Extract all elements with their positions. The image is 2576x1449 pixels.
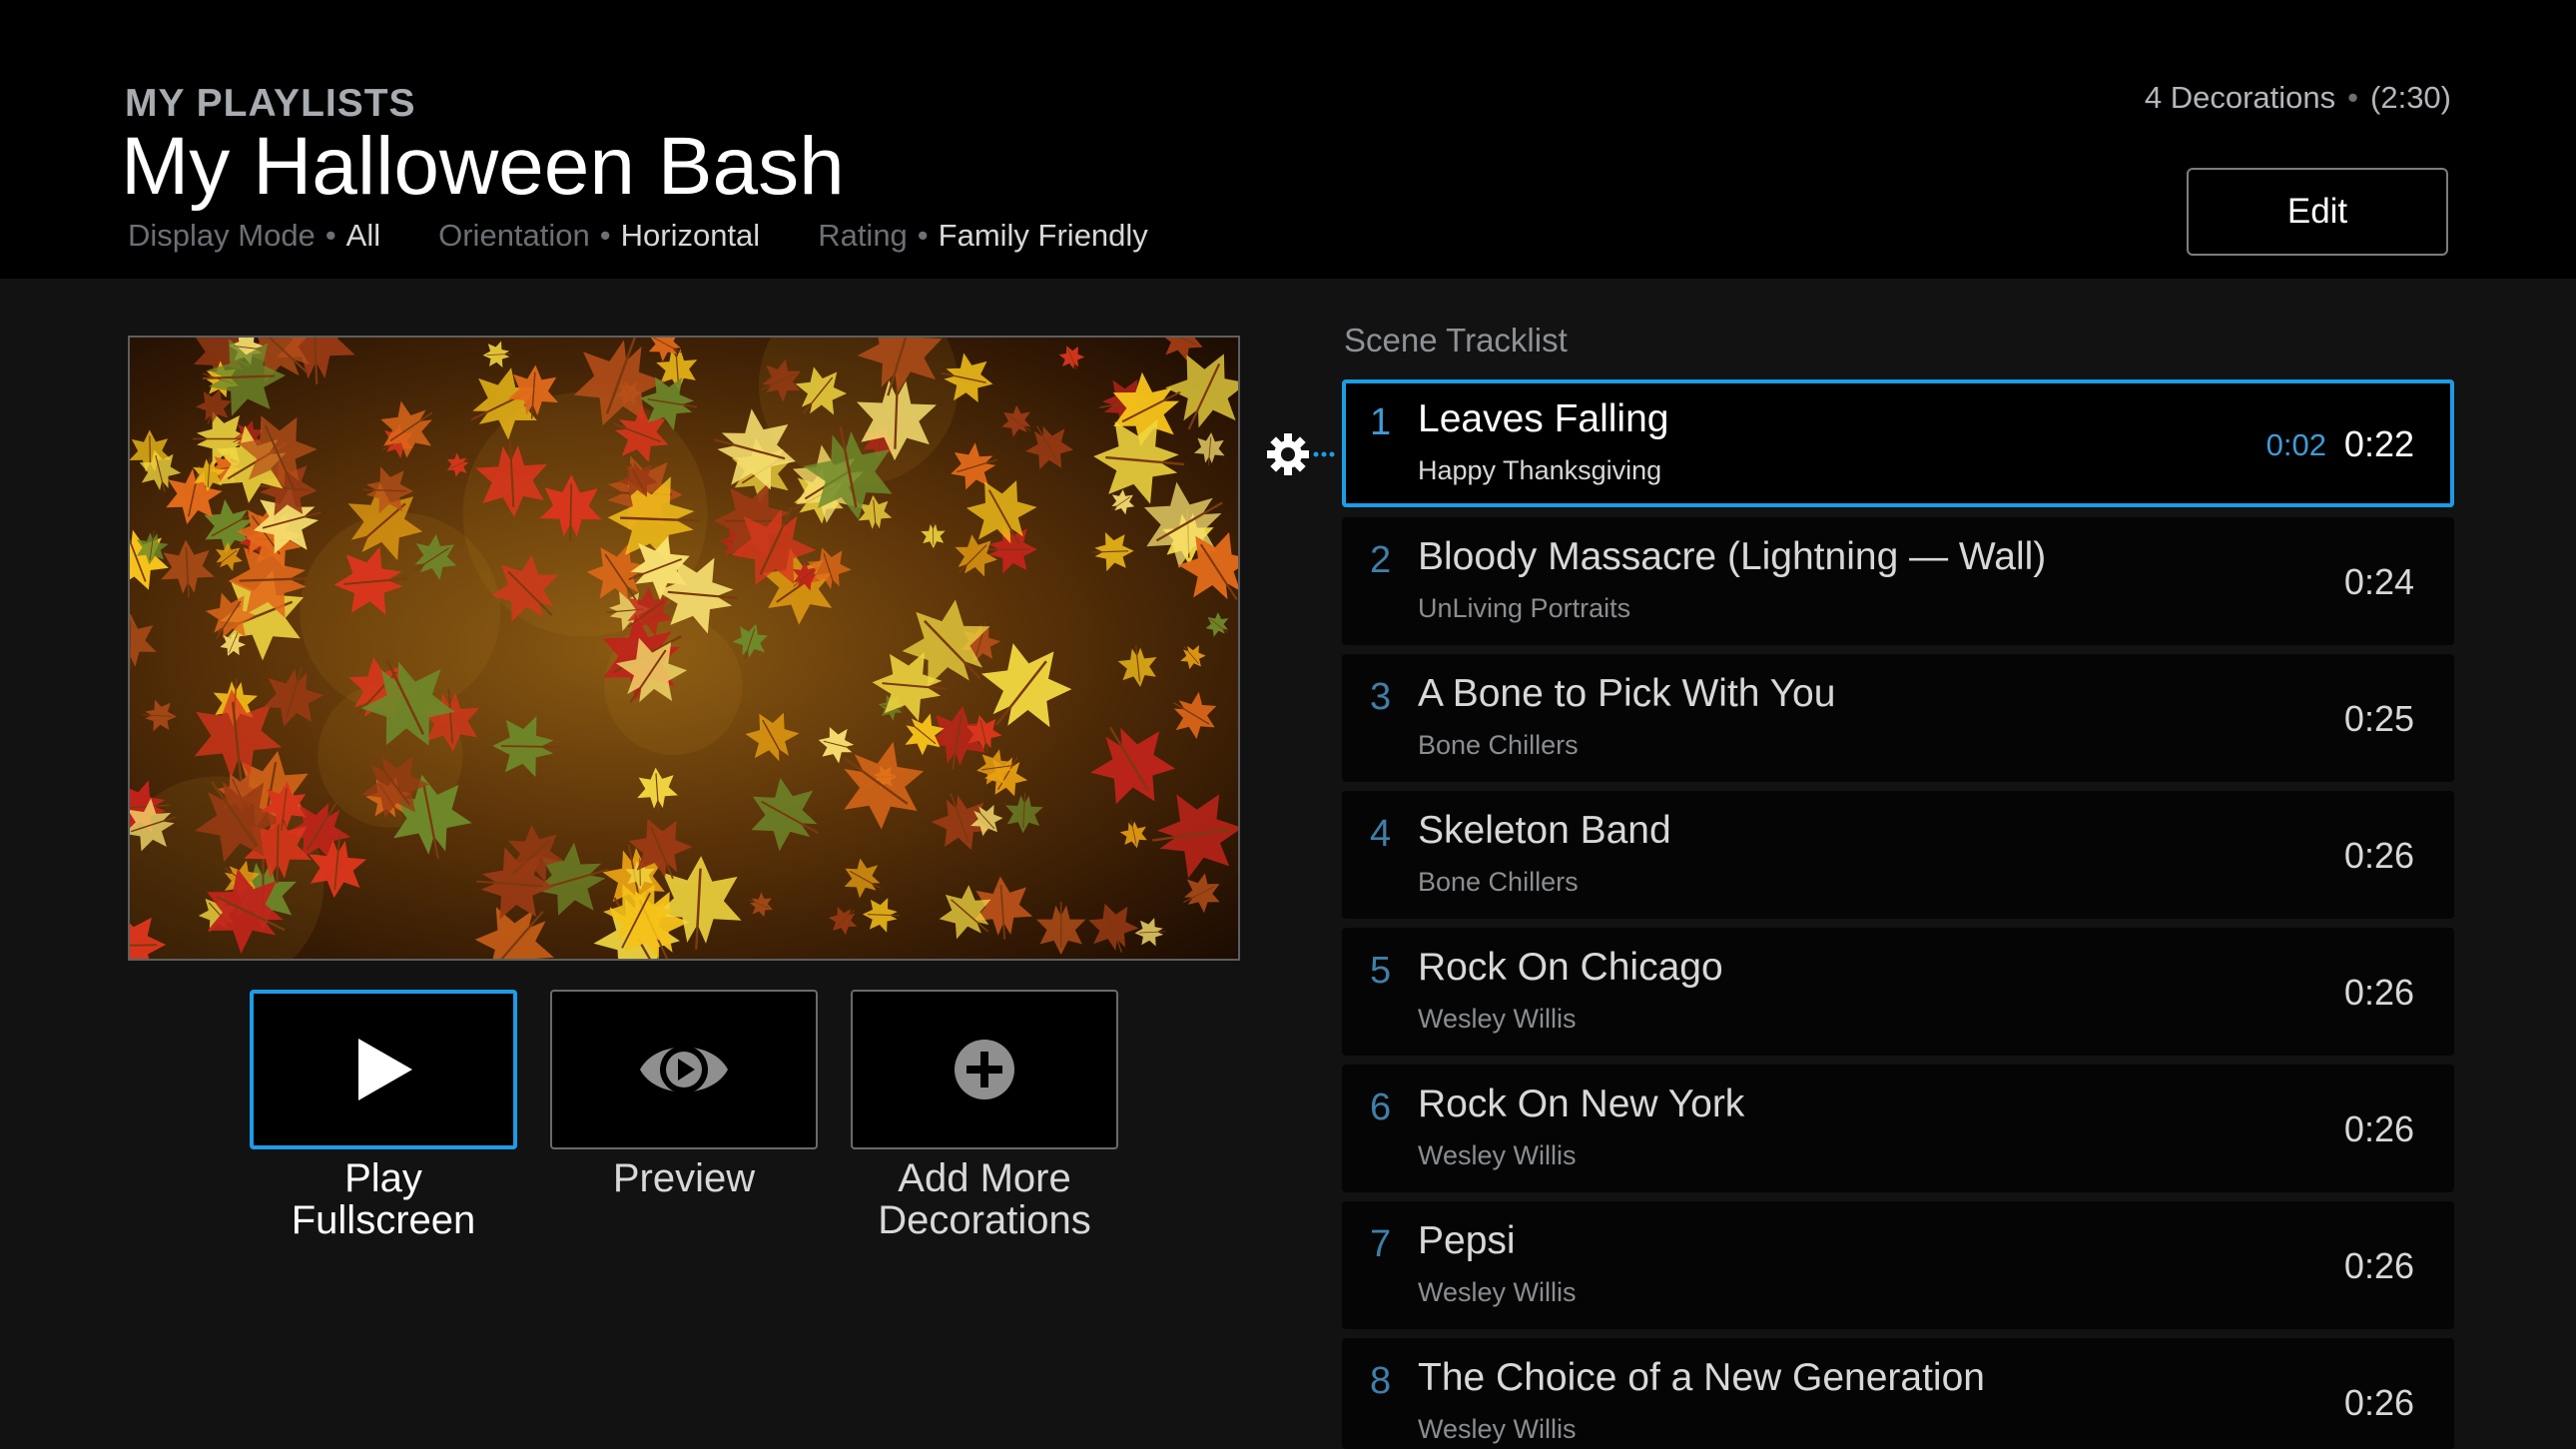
meta-label: Orientation <box>438 218 590 253</box>
track-title: Skeleton Band <box>1418 809 1671 852</box>
play-fullscreen-label: Play Fullscreen <box>250 1157 517 1241</box>
scene-preview-image <box>128 336 1240 961</box>
track-title: The Choice of a New Generation <box>1418 1356 1985 1399</box>
track-row-active[interactable]: 1 Leaves Falling Happy Thanksgiving 0:02… <box>1342 379 2454 507</box>
track-row[interactable]: 8 The Choice of a New Generation Wesley … <box>1342 1338 2454 1449</box>
decorations-count: 4 Decorations <box>2144 80 2336 115</box>
track-duration: 0:26 <box>2343 1382 2414 1423</box>
track-row[interactable]: 2 Bloody Massacre (Lightning — Wall) UnL… <box>1342 517 2454 645</box>
add-more-tile[interactable] <box>851 990 1118 1149</box>
track-subtitle: Wesley Willis <box>1418 1414 1577 1444</box>
playlist-meta: Display Mode • All Orientation • Horizontal … <box>128 218 1206 254</box>
track-duration: 0:26 <box>2343 1108 2414 1149</box>
falling-leaves-artwork <box>130 338 1238 959</box>
playlist-summary: 4 Decorations • (2:30) <box>2145 80 2451 116</box>
header-bar: MY PLAYLISTS My Halloween Bash Display M… <box>0 0 2576 279</box>
meta-separator: • <box>917 218 929 253</box>
track-duration: 0:26 <box>2343 1245 2414 1286</box>
track-elapsed-time: 0:02 <box>2265 427 2326 462</box>
track-subtitle: Wesley Willis <box>1418 1004 1577 1034</box>
meta-value: All <box>345 218 381 253</box>
meta-separator: • <box>599 218 611 253</box>
track-row[interactable]: 6 Rock On New York Wesley Willis 0:26 <box>1342 1065 2454 1192</box>
play-icon <box>358 1039 412 1100</box>
play-fullscreen-tile[interactable] <box>250 990 517 1149</box>
label-line: Add More <box>898 1156 1071 1200</box>
meta-separator: • <box>324 218 336 253</box>
preview-tile[interactable] <box>550 990 818 1149</box>
label-line: Preview <box>612 1156 756 1200</box>
meta-rating: Rating • Family Friendly <box>818 218 1148 254</box>
add-more-decorations-button[interactable]: Add More Decorations <box>851 990 1118 1241</box>
meta-orientation: Orientation • Horizontal <box>438 218 760 254</box>
track-number: 8 <box>1370 1360 1392 1402</box>
meta-label: Display Mode <box>128 218 316 253</box>
meta-label: Rating <box>818 218 908 253</box>
track-title: Bloody Massacre (Lightning — Wall) <box>1418 535 2047 578</box>
track-duration: 0:25 <box>2343 698 2414 739</box>
track-title: A Bone to Pick With You <box>1418 672 1836 715</box>
track-subtitle: Wesley Willis <box>1418 1277 1577 1307</box>
track-subtitle: UnLiving Portraits <box>1418 593 1631 623</box>
track-number: 4 <box>1370 813 1392 855</box>
track-number: 1 <box>1370 401 1392 443</box>
summary-separator: • <box>2347 80 2359 115</box>
plus-circle-icon <box>955 1040 1014 1099</box>
label-line: Fullscreen <box>291 1198 476 1242</box>
track-duration: 0:26 <box>2343 972 2414 1013</box>
track-title: Pepsi <box>1418 1219 1516 1262</box>
track-number: 3 <box>1370 676 1392 718</box>
track-row[interactable]: 3 A Bone to Pick With You Bone Chillers … <box>1342 654 2454 782</box>
eye-play-icon <box>640 1046 728 1093</box>
total-duration: (2:30) <box>2370 80 2451 115</box>
play-fullscreen-button[interactable]: Play Fullscreen <box>250 990 517 1241</box>
label-line: Decorations <box>878 1198 1091 1242</box>
track-subtitle: Bone Chillers <box>1418 730 1579 760</box>
meta-display-mode: Display Mode • All <box>128 218 380 254</box>
track-number: 7 <box>1370 1223 1392 1265</box>
track-subtitle: Bone Chillers <box>1418 867 1579 897</box>
track-row[interactable]: 4 Skeleton Band Bone Chillers 0:26 <box>1342 791 2454 919</box>
track-title: Rock On Chicago <box>1418 946 1723 989</box>
track-duration: 0:26 <box>2343 835 2414 876</box>
label-line: Play <box>344 1156 422 1200</box>
edit-button[interactable]: Edit <box>2187 168 2448 256</box>
track-title: Leaves Falling <box>1418 397 1669 440</box>
track-number: 2 <box>1370 539 1392 581</box>
track-duration: 0:24 <box>2343 561 2414 602</box>
meta-value: Horizontal <box>620 218 761 253</box>
track-duration: 0:22 <box>2343 423 2414 464</box>
track-title: Rock On New York <box>1418 1083 1745 1125</box>
preview-label: Preview <box>550 1157 818 1199</box>
track-subtitle: Happy Thanksgiving <box>1418 455 1662 485</box>
add-more-label: Add More Decorations <box>851 1157 1118 1241</box>
track-row[interactable]: 5 Rock On Chicago Wesley Willis 0:26 <box>1342 928 2454 1056</box>
track-row[interactable]: 7 Pepsi Wesley Willis 0:26 <box>1342 1201 2454 1329</box>
preview-button[interactable]: Preview <box>550 990 818 1199</box>
track-number: 5 <box>1370 950 1392 992</box>
track-subtitle: Wesley Willis <box>1418 1140 1577 1170</box>
track-number: 6 <box>1370 1087 1392 1128</box>
meta-value: Family Friendly <box>938 218 1148 253</box>
tracklist-title: Scene Tracklist <box>1344 322 1568 359</box>
playlist-title: My Halloween Bash <box>121 121 845 212</box>
gear-icon[interactable] <box>1264 427 1336 481</box>
